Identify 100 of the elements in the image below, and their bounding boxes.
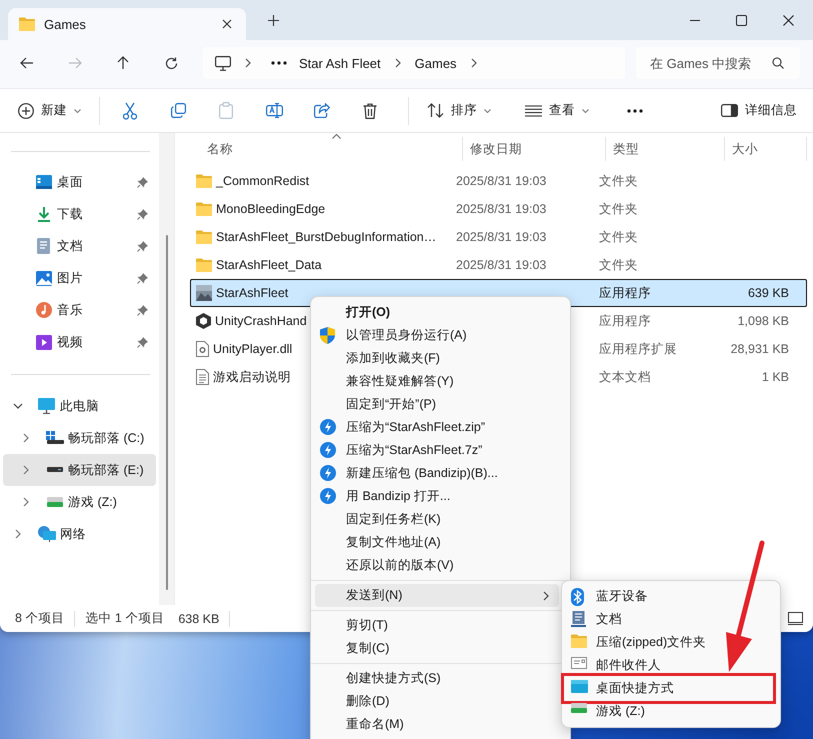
scissors-icon — [123, 102, 137, 120]
new-button[interactable]: 新建 — [10, 94, 89, 128]
sidebar-item[interactable]: 网络 — [3, 518, 156, 550]
menu-item[interactable]: 文档 — [565, 608, 772, 631]
selection-size: 638 KB — [178, 612, 220, 626]
trash-icon — [363, 102, 377, 118]
breadcrumb-link[interactable]: Games — [408, 52, 463, 74]
sidebar-item[interactable]: 畅玩部落 (E:) — [3, 454, 156, 486]
file-name: UnityCrashHand — [215, 314, 307, 328]
menu-item[interactable]: 复制文件地址(A) — [311, 531, 559, 554]
app-thumbnail-icon — [196, 285, 212, 301]
menu-item[interactable]: 桌面快捷方式 — [565, 677, 772, 700]
video-icon — [36, 334, 52, 350]
column-header[interactable]: 大小 — [725, 137, 807, 161]
modified-date: 2025/8/31 19:03 — [455, 230, 548, 244]
menu-item[interactable]: 兼容性疑难解答(Y) — [311, 370, 559, 393]
file-type: 文件夹 — [598, 228, 639, 246]
sort-button[interactable]: 排序 — [419, 94, 499, 128]
view-button[interactable]: 查看 — [517, 94, 597, 128]
column-header[interactable]: 类型 — [606, 137, 725, 161]
details-pane-icon — [721, 104, 738, 117]
forward-arrow-icon — [68, 57, 82, 69]
file-name: _CommonRedist — [216, 174, 310, 188]
rename-icon — [266, 103, 282, 118]
sort-caret-icon — [332, 134, 341, 139]
menu-item[interactable]: 新建压缩包 (Bandizip)(B)... — [311, 462, 559, 485]
sidebar-item[interactable]: 畅玩部落 (C:) — [3, 422, 156, 454]
file-type: 文件夹 — [598, 256, 639, 274]
lightning-circle-icon — [320, 465, 336, 481]
file-type: 文本文档 — [598, 368, 652, 386]
zip-folder-icon — [571, 634, 587, 648]
music-note-icon — [36, 302, 52, 318]
bluetooth-icon — [571, 588, 584, 606]
gear-file-icon — [196, 341, 209, 357]
scrollbar[interactable] — [159, 133, 174, 605]
folder-icon — [196, 174, 212, 188]
computer-icon — [38, 398, 55, 414]
sidebar-item[interactable]: 此电脑 — [3, 390, 156, 422]
back-arrow-icon — [20, 57, 34, 69]
menu-item[interactable]: 重命名(M) — [311, 713, 559, 736]
modified-date: 2025/8/31 19:03 — [455, 174, 548, 188]
menu-item[interactable]: 游戏 (Z:) — [565, 700, 772, 723]
menu-item[interactable]: 邮件收件人 — [565, 654, 772, 677]
sidebar-item[interactable]: 下载 — [3, 198, 156, 230]
selection-count: 选中 1 个项目 — [85, 610, 164, 627]
menu-item[interactable]: 以管理员身份运行(A) — [311, 324, 559, 347]
envelope-icon — [571, 657, 587, 669]
breadcrumb-link[interactable]: Star Ash Fleet — [293, 52, 387, 74]
file-type: 应用程序 — [598, 284, 652, 302]
menu-item[interactable]: 删除(D) — [311, 690, 559, 713]
menu-item[interactable]: 还原以前的版本(V) — [311, 554, 559, 577]
text-file-icon — [196, 369, 209, 385]
menu-item[interactable]: 复制(C) — [311, 637, 559, 660]
menu-item[interactable]: 固定到“开始”(P) — [311, 393, 559, 416]
menu-item[interactable]: 发送到(N) — [315, 584, 559, 607]
chevron-right-icon — [394, 58, 401, 68]
address-bar[interactable]: Star Ash Fleet Games — [203, 47, 625, 79]
menu-item[interactable]: 压缩为“StarAshFleet.7z” — [311, 439, 559, 462]
menu-item[interactable]: 添加到收藏夹(F) — [311, 347, 559, 370]
drive-icon — [46, 467, 62, 473]
lightning-circle-icon — [320, 442, 336, 458]
sidebar-item[interactable]: 桌面 — [3, 166, 156, 198]
sidebar-item[interactable]: 视频 — [3, 326, 156, 358]
network-icon — [38, 526, 56, 542]
column-header[interactable]: 名称 — [190, 137, 463, 161]
document-icon — [571, 611, 586, 627]
caret-icon — [582, 108, 589, 112]
file-name: StarAshFleet_BurstDebugInformation… — [216, 230, 436, 244]
lightning-circle-icon — [320, 488, 336, 504]
file-size: 1 KB — [760, 370, 789, 384]
menu-item[interactable]: 压缩(zipped)文件夹 — [565, 631, 772, 654]
menu-item[interactable]: 固定到任务栏(K) — [311, 508, 559, 531]
item-count: 8 个项目 — [15, 610, 64, 627]
refresh-icon — [164, 56, 178, 70]
menu-item[interactable]: 压缩为“StarAshFleet.zip” — [311, 416, 559, 439]
sidebar-item[interactable]: 图片 — [3, 262, 156, 294]
file-type: 应用程序扩展 — [598, 340, 678, 358]
search-field[interactable]: 在 Games 中搜索 — [636, 47, 800, 79]
file-name: UnityPlayer.dll — [213, 342, 292, 356]
tab-title: Games — [44, 16, 87, 32]
more-icon — [627, 108, 643, 112]
up-arrow-icon — [117, 56, 129, 70]
file-name: 游戏启动说明 — [213, 368, 291, 386]
sidebar-item[interactable]: 文档 — [3, 230, 156, 262]
file-type: 应用程序 — [598, 312, 652, 330]
file-name: MonoBleedingEdge — [216, 202, 326, 216]
modified-date: 2025/8/31 19:03 — [455, 258, 548, 272]
details-button[interactable]: 详细信息 — [713, 94, 805, 128]
browser-tab[interactable]: Games — [8, 8, 246, 40]
sidebar-item[interactable]: 音乐 — [3, 294, 156, 326]
menu-item[interactable]: 用 Bandizip 打开... — [311, 485, 559, 508]
file-size: 1,098 KB — [736, 314, 789, 328]
menu-item[interactable]: 创建快捷方式(S) — [311, 667, 559, 690]
document-icon — [37, 238, 50, 254]
menu-item[interactable]: 剪切(T) — [311, 614, 559, 637]
column-header[interactable]: 修改日期 — [463, 137, 606, 161]
tile-view-button[interactable] — [788, 612, 803, 625]
sidebar-item[interactable]: 游戏 (Z:) — [3, 486, 156, 518]
close-icon — [222, 19, 232, 29]
menu-item[interactable]: 蓝牙设备 — [565, 585, 772, 608]
